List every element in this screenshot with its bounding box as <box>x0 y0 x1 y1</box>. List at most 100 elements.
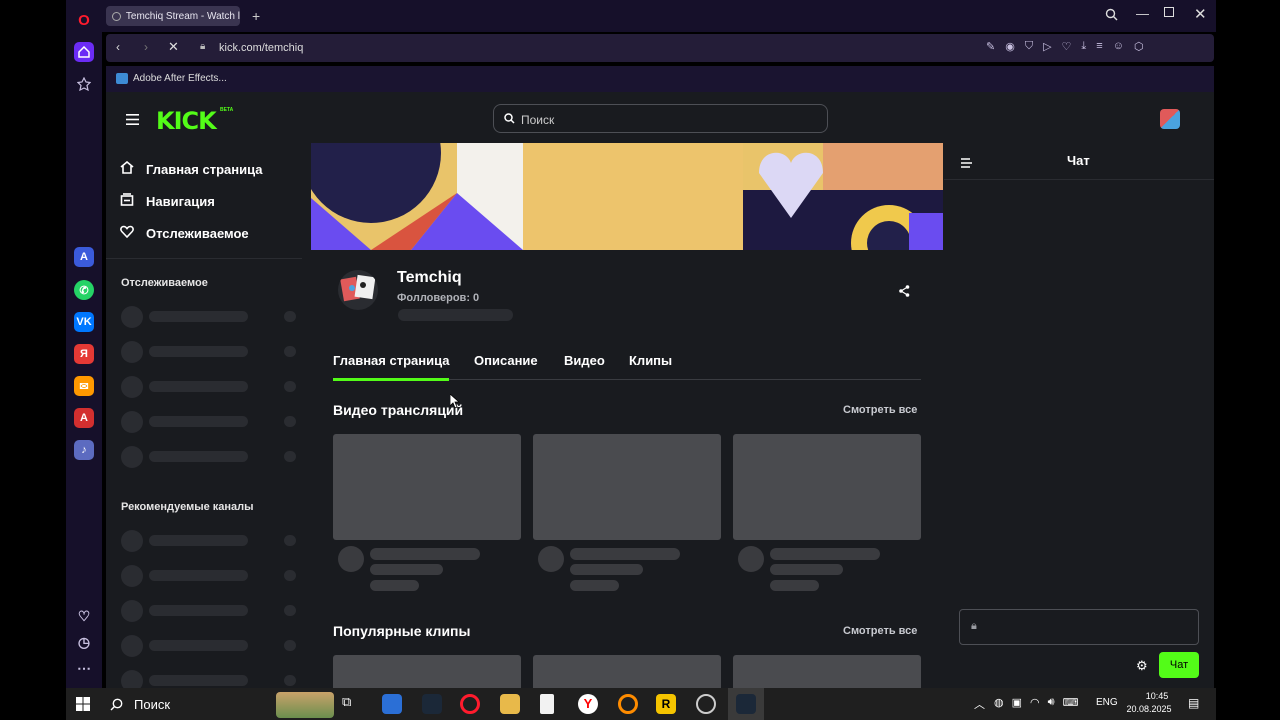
clip-card[interactable] <box>533 655 721 688</box>
beta-badge: BETA <box>220 107 234 113</box>
hamburger-menu-icon[interactable] <box>126 112 139 130</box>
video-card[interactable] <box>333 434 521 540</box>
left-navigation: Главная страница Навигация Отслеживаемое… <box>106 144 302 688</box>
tab-clips[interactable]: Клипы <box>629 353 672 368</box>
channel-avatar[interactable] <box>338 270 378 310</box>
windows-start-icon[interactable] <box>76 697 90 716</box>
tab-home[interactable]: Главная страница <box>333 353 449 368</box>
skeleton-line <box>149 381 248 392</box>
nav-item-home[interactable]: Главная страница <box>120 160 262 177</box>
file-explorer-icon[interactable] <box>500 694 520 714</box>
opera-logo-icon[interactable]: O <box>74 10 94 30</box>
mouse-cursor-icon <box>450 394 460 409</box>
origin-icon[interactable] <box>618 694 638 714</box>
volume-icon[interactable]: 🔊︎ <box>1048 696 1055 709</box>
share-icon[interactable] <box>899 284 910 302</box>
minimize-icon[interactable]: — <box>1136 6 1149 21</box>
whatsapp-icon[interactable]: ✆ <box>74 280 94 300</box>
home-icon[interactable] <box>74 42 94 62</box>
heart-icon[interactable]: ♡ <box>1062 40 1072 53</box>
chat-settings-gear-icon[interactable]: ⚙ <box>1136 658 1148 674</box>
skeleton-dot <box>284 570 296 581</box>
history-icon[interactable]: ◷ <box>74 632 94 652</box>
notepad-icon[interactable] <box>540 694 554 714</box>
camera-icon[interactable]: ◉ <box>1005 40 1015 53</box>
tab-videos[interactable]: Видео <box>564 353 605 368</box>
clock-time[interactable]: 10:45 <box>1135 691 1179 701</box>
clip-card[interactable] <box>733 655 921 688</box>
forward-icon[interactable]: › <box>144 40 148 54</box>
vk-icon[interactable]: VK <box>74 312 94 332</box>
videos-see-all-link[interactable]: Смотреть все <box>843 404 917 416</box>
bookmark-item[interactable]: Adobe After Effects... <box>133 73 227 84</box>
skeleton-line <box>149 346 248 357</box>
video-card[interactable] <box>533 434 721 540</box>
adobe-icon[interactable]: A <box>74 408 94 428</box>
headphones-icon[interactable]: ♪ <box>74 440 94 460</box>
yandex-browser-icon[interactable]: Y <box>578 694 598 714</box>
keyboard-icon[interactable]: ⌨ <box>1063 696 1079 709</box>
network-icon[interactable]: ◠ <box>1030 696 1040 709</box>
skeleton-dot <box>284 346 296 357</box>
edit-icon[interactable]: ✎ <box>986 40 995 53</box>
clock-date[interactable]: 20.08.2025 <box>1123 704 1175 714</box>
search-input[interactable]: Поиск <box>493 104 828 133</box>
skeleton-line <box>770 548 880 560</box>
notifications-icon[interactable]: ▤ <box>1188 696 1199 710</box>
speed-dial-icon[interactable] <box>74 74 94 94</box>
send-chat-button[interactable]: Чат <box>1159 652 1199 678</box>
aria-icon[interactable]: A <box>74 247 94 267</box>
tab-title: Temchiq Stream - Watch l <box>125 10 240 22</box>
url-field[interactable]: kick.com/temchiq <box>219 42 303 54</box>
language-indicator[interactable]: ENG <box>1096 697 1118 708</box>
shield-icon[interactable]: ⛉ <box>1025 40 1033 53</box>
search-tabs-icon[interactable] <box>1105 8 1118 24</box>
browser-tab[interactable]: Temchiq Stream - Watch l <box>106 6 240 26</box>
rockstar-icon[interactable]: R <box>656 694 676 714</box>
task-view-icon[interactable]: ⧉ <box>342 694 362 714</box>
collapse-chat-icon[interactable] <box>961 155 973 173</box>
opera-taskbar-icon[interactable] <box>460 694 480 714</box>
kick-logo[interactable]: KICK <box>156 107 217 135</box>
skeleton-line <box>149 311 248 322</box>
video-card[interactable] <box>733 434 921 540</box>
new-tab-icon[interactable]: + <box>252 8 260 24</box>
user-avatar[interactable] <box>1160 109 1180 129</box>
taskbar: Поиск ⧉ Y R ︿ ◍ ▣ ◠ 🔊︎ ⌨ ENG 10:45 20.08… <box>66 688 1216 720</box>
lock-icon: 🔒︎ <box>200 41 206 52</box>
speedometer-icon[interactable] <box>696 694 716 714</box>
favorites-heart-icon[interactable]: ♡ <box>74 606 94 626</box>
menu-icon[interactable]: ≡ <box>1096 40 1102 53</box>
clips-see-all-link[interactable]: Смотреть все <box>843 625 917 637</box>
extensions-icon[interactable]: ⬡ <box>1134 40 1144 53</box>
nav-item-following[interactable]: Отслеживаемое <box>120 225 249 241</box>
steam-icon[interactable] <box>422 694 442 714</box>
skeleton-line <box>570 564 643 575</box>
back-icon[interactable]: ‹ <box>116 40 120 54</box>
profile-icon[interactable]: ☺ <box>1113 40 1124 53</box>
skeleton-line <box>570 580 619 591</box>
tray-app-icon[interactable]: ◍ <box>994 696 1004 709</box>
clip-card[interactable] <box>333 655 521 688</box>
skeleton-avatar <box>121 411 143 433</box>
chat-input[interactable]: 🔒︎ <box>959 609 1199 645</box>
restore-icon[interactable] <box>1164 7 1174 17</box>
play-icon[interactable]: ▷ <box>1043 40 1051 53</box>
taskbar-search-icon[interactable] <box>110 698 123 716</box>
store-icon[interactable] <box>382 694 402 714</box>
download-icon[interactable]: ⤓ <box>1081 40 1086 53</box>
close-icon[interactable]: ✕ <box>1194 5 1207 23</box>
taskbar-search-field[interactable]: Поиск <box>134 697 170 712</box>
tab-description[interactable]: Описание <box>474 353 538 368</box>
yandex-icon[interactable]: Я <box>74 344 94 364</box>
weather-widget-icon[interactable] <box>276 692 334 718</box>
search-placeholder: Поиск <box>521 113 555 127</box>
mail-icon[interactable]: ✉ <box>74 376 94 396</box>
nav-item-browse[interactable]: Навигация <box>120 193 215 209</box>
steam-active-icon[interactable] <box>736 694 756 714</box>
tray-chevron-icon[interactable]: ︿ <box>974 696 985 712</box>
tray-app2-icon[interactable]: ▣ <box>1012 696 1022 709</box>
more-icon[interactable]: ⋯ <box>74 658 94 678</box>
channel-tabs: Главная страница Описание Видео Клипы <box>333 353 921 381</box>
stop-loading-icon[interactable]: ✕ <box>168 39 179 55</box>
